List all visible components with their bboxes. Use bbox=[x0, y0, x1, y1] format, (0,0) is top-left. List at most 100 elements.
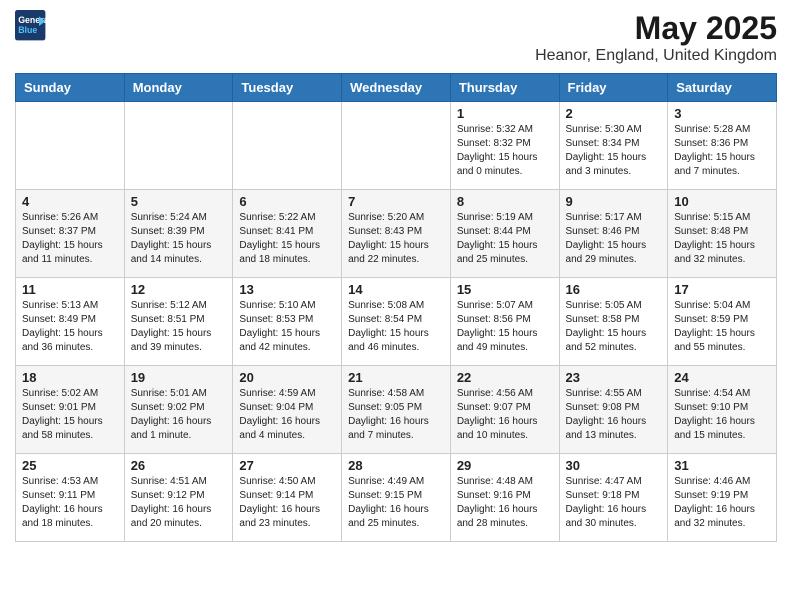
calendar-week-row: 1Sunrise: 5:32 AMSunset: 8:32 PMDaylight… bbox=[16, 102, 777, 190]
calendar-day-cell: 28 Sunrise: 4:49 AMSunset: 9:15 PMDayligh… bbox=[342, 454, 451, 542]
day-info: Sunrise: 5:01 AMSunset: 9:02 PMDaylight:… bbox=[131, 387, 227, 443]
calendar-day-cell: 19Sunrise: 5:01 AMSunset: 9:02 PMDayligh… bbox=[124, 366, 233, 454]
calendar-day-header: Wednesday bbox=[342, 74, 451, 102]
day-info: Sunrise: 5:30 AMSunset: 8:34 PMDaylight:… bbox=[566, 123, 662, 179]
calendar-day-cell: 10 Sunrise: 5:15 AMSunset: 8:48 PMDayligh… bbox=[668, 190, 777, 278]
day-number: 6 bbox=[239, 194, 335, 209]
calendar-day-cell: 6 Sunrise: 5:22 AMSunset: 8:41 PMDaylight… bbox=[233, 190, 342, 278]
day-info: Sunrise: 4:51 AMSunset: 9:12 PMDaylight:… bbox=[131, 475, 227, 531]
calendar-day-cell: 9Sunrise: 5:17 AMSunset: 8:46 PMDaylight… bbox=[559, 190, 668, 278]
day-info: Sunrise: 4:59 AMSunset: 9:04 PMDaylight:… bbox=[239, 387, 335, 443]
day-number: 7 bbox=[348, 194, 444, 209]
calendar-week-row: 4 Sunrise: 5:26 AMSunset: 8:37 PMDaylight… bbox=[16, 190, 777, 278]
calendar-day-header: Friday bbox=[559, 74, 668, 102]
calendar-day-cell: 11 Sunrise: 5:13 AMSunset: 8:49 PMDayligh… bbox=[16, 278, 125, 366]
day-number: 23 bbox=[566, 370, 662, 385]
day-info: Sunrise: 4:48 AMSunset: 9:16 PMDaylight:… bbox=[457, 475, 553, 531]
calendar-day-cell: 21 Sunrise: 4:58 AMSunset: 9:05 PMDayligh… bbox=[342, 366, 451, 454]
day-number: 20 bbox=[239, 370, 335, 385]
calendar-day-cell: 26Sunrise: 4:51 AMSunset: 9:12 PMDayligh… bbox=[124, 454, 233, 542]
calendar-day-cell: 15Sunrise: 5:07 AMSunset: 8:56 PMDayligh… bbox=[450, 278, 559, 366]
day-info: Sunrise: 5:04 AMSunset: 8:59 PMDaylight:… bbox=[674, 299, 770, 355]
calendar-day-cell: 27 Sunrise: 4:50 AMSunset: 9:14 PMDayligh… bbox=[233, 454, 342, 542]
day-number: 17 bbox=[674, 282, 770, 297]
day-info: Sunrise: 5:10 AMSunset: 8:53 PMDaylight:… bbox=[239, 299, 335, 355]
day-info: Sunrise: 5:26 AMSunset: 8:37 PMDaylight:… bbox=[22, 211, 118, 267]
day-info: Sunrise: 4:47 AMSunset: 9:18 PMDaylight:… bbox=[566, 475, 662, 531]
calendar-day-header: Thursday bbox=[450, 74, 559, 102]
calendar-day-header: Tuesday bbox=[233, 74, 342, 102]
calendar-day-cell: 18 Sunrise: 5:02 AMSunset: 9:01 PMDayligh… bbox=[16, 366, 125, 454]
calendar-day-cell: 8Sunrise: 5:19 AMSunset: 8:44 PMDaylight… bbox=[450, 190, 559, 278]
calendar-day-cell: 3 Sunrise: 5:28 AMSunset: 8:36 PMDaylight… bbox=[668, 102, 777, 190]
calendar-day-cell: 13 Sunrise: 5:10 AMSunset: 8:53 PMDayligh… bbox=[233, 278, 342, 366]
day-number: 4 bbox=[22, 194, 118, 209]
logo-icon: General Blue bbox=[15, 10, 47, 42]
calendar-day-cell: 5Sunrise: 5:24 AMSunset: 8:39 PMDaylight… bbox=[124, 190, 233, 278]
calendar-day-cell: 23 Sunrise: 4:55 AMSunset: 9:08 PMDayligh… bbox=[559, 366, 668, 454]
calendar-day-cell: 29 Sunrise: 4:48 AMSunset: 9:16 PMDayligh… bbox=[450, 454, 559, 542]
day-info: Sunrise: 5:02 AMSunset: 9:01 PMDaylight:… bbox=[22, 387, 118, 443]
day-info: Sunrise: 4:56 AMSunset: 9:07 PMDaylight:… bbox=[457, 387, 553, 443]
calendar-day-cell: 30 Sunrise: 4:47 AMSunset: 9:18 PMDayligh… bbox=[559, 454, 668, 542]
day-number: 21 bbox=[348, 370, 444, 385]
day-info: Sunrise: 5:20 AMSunset: 8:43 PMDaylight:… bbox=[348, 211, 444, 267]
day-number: 12 bbox=[131, 282, 227, 297]
header: General Blue May 2025 Heanor, England, U… bbox=[15, 10, 777, 65]
logo: General Blue bbox=[15, 10, 47, 42]
day-number: 3 bbox=[674, 106, 770, 121]
calendar-day-header: Saturday bbox=[668, 74, 777, 102]
calendar-week-row: 25 Sunrise: 4:53 AMSunset: 9:11 PMDayligh… bbox=[16, 454, 777, 542]
day-number: 10 bbox=[674, 194, 770, 209]
calendar-day-cell: 16 Sunrise: 5:05 AMSunset: 8:58 PMDayligh… bbox=[559, 278, 668, 366]
day-info: Sunrise: 5:05 AMSunset: 8:58 PMDaylight:… bbox=[566, 299, 662, 355]
calendar-day-header: Sunday bbox=[16, 74, 125, 102]
calendar-day-cell: 17 Sunrise: 5:04 AMSunset: 8:59 PMDayligh… bbox=[668, 278, 777, 366]
day-info: Sunrise: 4:54 AMSunset: 9:10 PMDaylight:… bbox=[674, 387, 770, 443]
day-info: Sunrise: 5:28 AMSunset: 8:36 PMDaylight:… bbox=[674, 123, 770, 179]
day-info: Sunrise: 5:22 AMSunset: 8:41 PMDaylight:… bbox=[239, 211, 335, 267]
day-info: Sunrise: 5:15 AMSunset: 8:48 PMDaylight:… bbox=[674, 211, 770, 267]
day-number: 28 bbox=[348, 458, 444, 473]
location: Heanor, England, United Kingdom bbox=[535, 47, 777, 65]
day-number: 25 bbox=[22, 458, 118, 473]
calendar-day-cell: 25 Sunrise: 4:53 AMSunset: 9:11 PMDayligh… bbox=[16, 454, 125, 542]
day-number: 22 bbox=[457, 370, 553, 385]
month-title: May 2025 bbox=[535, 10, 777, 47]
calendar-day-cell: 1Sunrise: 5:32 AMSunset: 8:32 PMDaylight… bbox=[450, 102, 559, 190]
day-number: 9 bbox=[566, 194, 662, 209]
day-info: Sunrise: 4:49 AMSunset: 9:15 PMDaylight:… bbox=[348, 475, 444, 531]
day-number: 30 bbox=[566, 458, 662, 473]
day-info: Sunrise: 4:46 AMSunset: 9:19 PMDaylight:… bbox=[674, 475, 770, 531]
day-number: 24 bbox=[674, 370, 770, 385]
day-number: 11 bbox=[22, 282, 118, 297]
day-info: Sunrise: 4:58 AMSunset: 9:05 PMDaylight:… bbox=[348, 387, 444, 443]
day-info: Sunrise: 5:13 AMSunset: 8:49 PMDaylight:… bbox=[22, 299, 118, 355]
title-section: May 2025 Heanor, England, United Kingdom bbox=[535, 10, 777, 65]
svg-text:Blue: Blue bbox=[18, 25, 37, 35]
day-number: 16 bbox=[566, 282, 662, 297]
calendar-day-cell bbox=[16, 102, 125, 190]
calendar-day-cell bbox=[124, 102, 233, 190]
day-number: 29 bbox=[457, 458, 553, 473]
day-info: Sunrise: 5:12 AMSunset: 8:51 PMDaylight:… bbox=[131, 299, 227, 355]
day-info: Sunrise: 5:24 AMSunset: 8:39 PMDaylight:… bbox=[131, 211, 227, 267]
calendar-day-cell: 31Sunrise: 4:46 AMSunset: 9:19 PMDayligh… bbox=[668, 454, 777, 542]
day-number: 18 bbox=[22, 370, 118, 385]
calendar-day-cell: 4 Sunrise: 5:26 AMSunset: 8:37 PMDaylight… bbox=[16, 190, 125, 278]
day-number: 13 bbox=[239, 282, 335, 297]
calendar-header-row: SundayMondayTuesdayWednesdayThursdayFrid… bbox=[16, 74, 777, 102]
day-info: Sunrise: 4:50 AMSunset: 9:14 PMDaylight:… bbox=[239, 475, 335, 531]
day-info: Sunrise: 4:53 AMSunset: 9:11 PMDaylight:… bbox=[22, 475, 118, 531]
calendar-day-cell: 22 Sunrise: 4:56 AMSunset: 9:07 PMDayligh… bbox=[450, 366, 559, 454]
day-number: 27 bbox=[239, 458, 335, 473]
day-number: 15 bbox=[457, 282, 553, 297]
page: General Blue May 2025 Heanor, England, U… bbox=[0, 0, 792, 557]
day-number: 2 bbox=[566, 106, 662, 121]
calendar-day-header: Monday bbox=[124, 74, 233, 102]
day-info: Sunrise: 4:55 AMSunset: 9:08 PMDaylight:… bbox=[566, 387, 662, 443]
day-number: 14 bbox=[348, 282, 444, 297]
day-info: Sunrise: 5:19 AMSunset: 8:44 PMDaylight:… bbox=[457, 211, 553, 267]
calendar-week-row: 11 Sunrise: 5:13 AMSunset: 8:49 PMDayligh… bbox=[16, 278, 777, 366]
calendar-day-cell: 14Sunrise: 5:08 AMSunset: 8:54 PMDayligh… bbox=[342, 278, 451, 366]
